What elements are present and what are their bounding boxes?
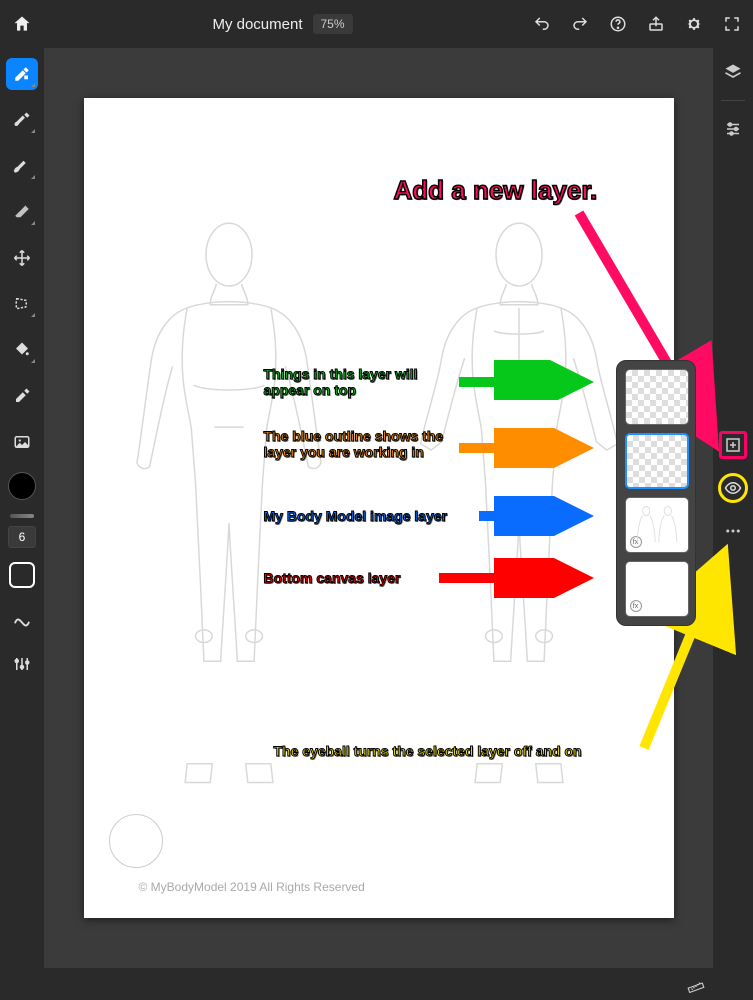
layer-thumb-3[interactable]: fx	[625, 497, 689, 553]
annotation-eyeball: The eyeball turns the selected layer off…	[274, 743, 654, 759]
annotation-working-layer: The blue outline shows the layer you are…	[264, 428, 454, 460]
home-icon[interactable]	[12, 14, 32, 34]
arrow-blue	[474, 496, 604, 536]
bottom-bar	[44, 968, 713, 1000]
fill-tool[interactable]	[6, 334, 38, 366]
canvas[interactable]: © MyBodyModel 2019 All Rights Reserved A…	[84, 98, 674, 918]
zoom-level[interactable]: 75%	[313, 14, 353, 34]
sliders-icon[interactable]	[719, 115, 747, 143]
brush-tool[interactable]	[6, 104, 38, 136]
share-icon[interactable]	[647, 15, 665, 33]
arrow-orange	[454, 428, 604, 468]
top-bar: My document 75%	[0, 0, 753, 48]
copyright-text: © MyBodyModel 2019 All Rights Reserved	[139, 880, 365, 894]
eyedropper-tool[interactable]	[6, 380, 38, 412]
arrow-red	[434, 558, 604, 598]
selection-tool[interactable]	[6, 288, 38, 320]
brush-shape-preview[interactable]	[9, 562, 35, 588]
layers-panel-icon[interactable]	[719, 58, 747, 86]
fullscreen-icon[interactable]	[723, 15, 741, 33]
arrow-green	[454, 360, 604, 400]
document-title: My document	[212, 16, 302, 33]
layer-thumb-4[interactable]: fx	[625, 561, 689, 617]
adjustments-tool[interactable]	[6, 648, 38, 680]
curve-tool[interactable]	[6, 602, 38, 634]
undo-icon[interactable]	[533, 15, 551, 33]
layer-thumb-2[interactable]	[625, 433, 689, 489]
annotation-add-layer: Add a new layer.	[394, 176, 598, 206]
divider	[721, 100, 745, 101]
brush-size-value[interactable]: 6	[8, 526, 36, 548]
layers-popout: fx fx	[616, 360, 696, 626]
annotation-body-layer: My Body Model image layer	[264, 508, 494, 524]
move-tool[interactable]	[6, 242, 38, 274]
brush-size-bar	[10, 514, 34, 518]
pixel-tool[interactable]	[6, 58, 38, 90]
redo-icon[interactable]	[571, 15, 589, 33]
foreground-color-swatch[interactable]	[8, 472, 36, 500]
ruler-icon[interactable]	[687, 975, 705, 993]
canvas-stage: © MyBodyModel 2019 All Rights Reserved A…	[44, 48, 713, 968]
annotation-top-layer: Things in this layer will appear on top	[264, 366, 454, 398]
help-icon[interactable]	[609, 15, 627, 33]
right-panel	[713, 48, 753, 1000]
rotation-widget[interactable]	[109, 814, 163, 868]
layer-visibility-button[interactable]	[718, 473, 748, 503]
gear-icon[interactable]	[685, 15, 703, 33]
ink-brush-tool[interactable]	[6, 150, 38, 182]
eraser-tool[interactable]	[6, 196, 38, 228]
left-toolbar: 6	[0, 48, 44, 1000]
layer-thumb-1[interactable]	[625, 369, 689, 425]
image-tool[interactable]	[6, 426, 38, 458]
fx-badge: fx	[630, 600, 642, 612]
